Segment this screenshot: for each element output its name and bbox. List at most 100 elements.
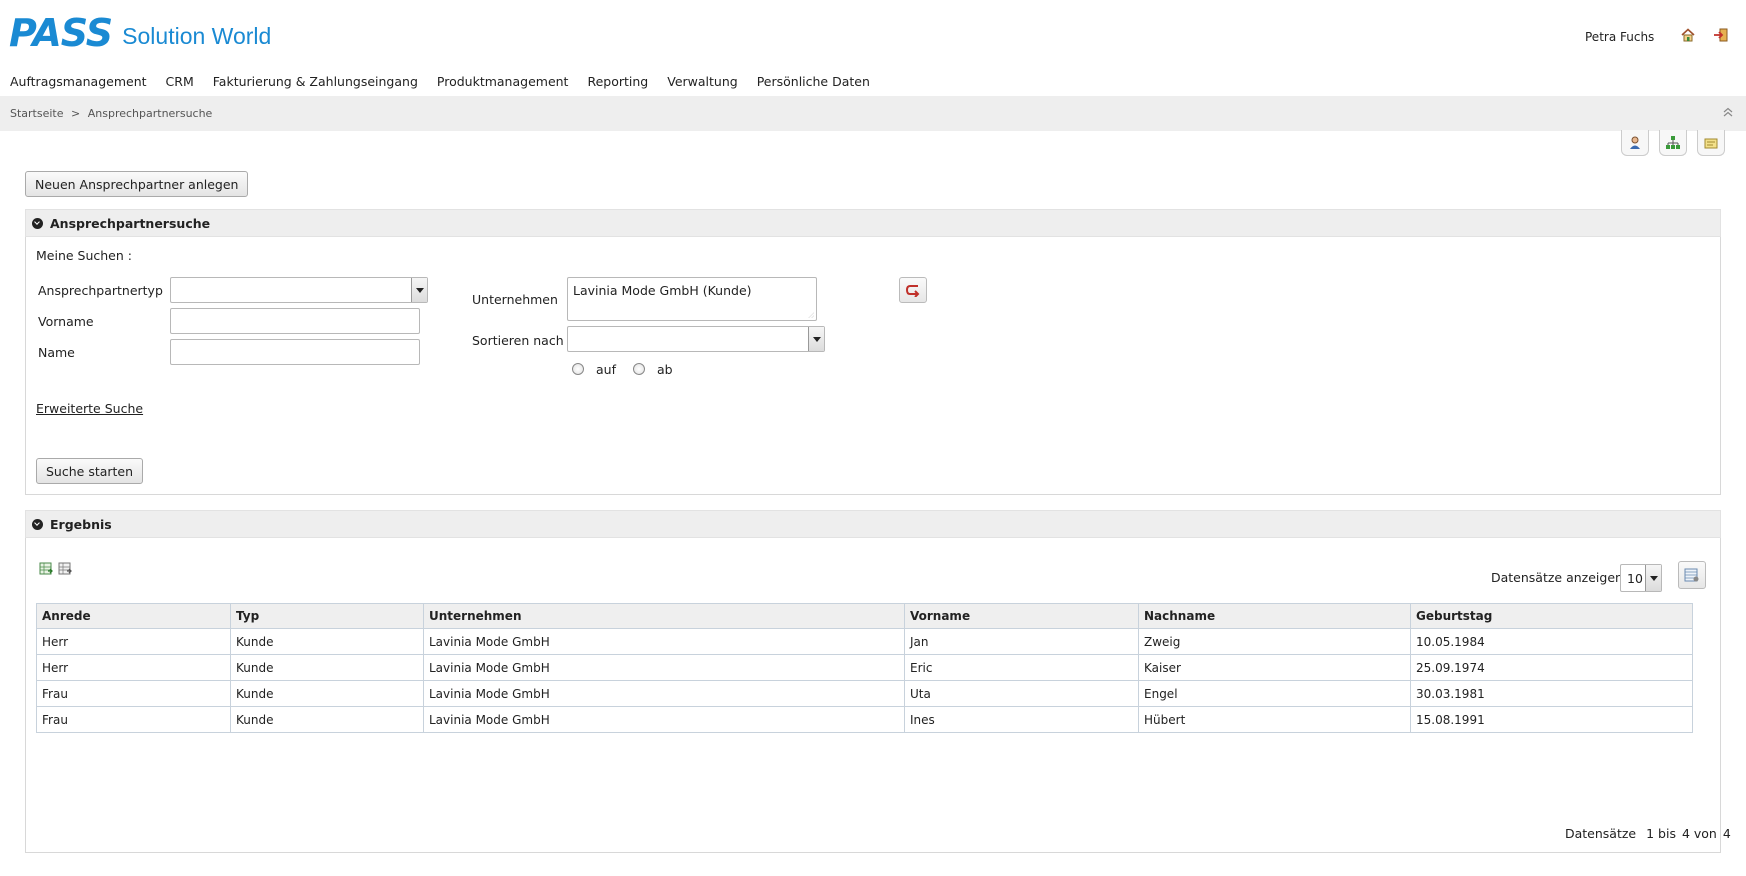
results-panel-header[interactable]: Ergebnis <box>25 510 1721 538</box>
column-header-geburtstag[interactable]: Geburtstag <box>1410 603 1693 629</box>
cell-anrede: Herr <box>36 628 231 655</box>
column-header-nachname[interactable]: Nachname <box>1138 603 1411 629</box>
column-header-anrede[interactable]: Anrede <box>36 603 231 629</box>
resize-grip-icon[interactable] <box>808 312 814 318</box>
firstname-label: Vorname <box>38 314 94 329</box>
table-row[interactable]: Herr Kunde Lavinia Mode GmbH Eric Kaiser… <box>36 654 1693 681</box>
record-count-to-label: bis <box>1658 826 1676 841</box>
cell-typ: Kunde <box>230 680 424 707</box>
results-panel-title: Ergebnis <box>50 516 112 532</box>
firstname-input[interactable] <box>170 308 420 334</box>
column-header-unternehmen[interactable]: Unternehmen <box>423 603 905 629</box>
cell-nachname: Kaiser <box>1138 654 1411 681</box>
cell-geburtstag: 30.03.1981 <box>1410 680 1693 707</box>
record-count-of-label: von <box>1693 826 1717 841</box>
cell-anrede: Frau <box>36 680 231 707</box>
logout-icon[interactable] <box>1713 27 1729 43</box>
logo-pass-text: PASS <box>9 11 113 55</box>
nav-item-reporting[interactable]: Reporting <box>587 74 648 94</box>
page-size-select[interactable]: 10 <box>1620 564 1662 592</box>
nav-item-auftragsmanagement[interactable]: Auftragsmanagement <box>10 74 147 94</box>
chevron-down-icon[interactable] <box>411 278 427 302</box>
collapse-up-icon[interactable] <box>1722 106 1734 118</box>
page-size-label: Datensätze anzeigen: <box>1491 570 1628 585</box>
company-value: Lavinia Mode GmbH (Kunde) <box>573 283 752 298</box>
cell-typ: Kunde <box>230 654 424 681</box>
export-print-icon[interactable] <box>58 561 73 576</box>
nav-item-produktmanagement[interactable]: Produktmanagement <box>437 74 569 94</box>
advanced-search-link[interactable]: Erweiterte Suche <box>36 401 143 416</box>
logo-solution-text: Solution World <box>122 23 272 49</box>
record-count-to: 4 <box>1681 826 1690 841</box>
search-panel-header[interactable]: Ansprechpartnersuche <box>25 209 1721 237</box>
cell-vorname: Jan <box>904 628 1139 655</box>
breadcrumb-home[interactable]: Startseite <box>10 107 64 120</box>
sort-asc-radio[interactable] <box>572 363 584 375</box>
record-count-total: 4 <box>1722 826 1731 841</box>
home-icon[interactable] <box>1680 27 1696 43</box>
column-config-button[interactable] <box>1678 561 1706 589</box>
start-search-button[interactable]: Suche starten <box>36 458 144 484</box>
sort-select[interactable] <box>567 326 825 352</box>
company-label: Unternehmen <box>472 292 558 307</box>
name-label: Name <box>38 345 75 360</box>
chevron-down-icon[interactable] <box>808 327 824 351</box>
cell-unternehmen: Lavinia Mode GmbH <box>423 706 905 733</box>
name-input[interactable] <box>170 339 420 365</box>
company-field[interactable]: Lavinia Mode GmbH (Kunde) <box>567 277 817 321</box>
cell-nachname: Zweig <box>1138 628 1411 655</box>
cell-nachname: Hübert <box>1138 706 1411 733</box>
cell-vorname: Uta <box>904 680 1139 707</box>
page-size-value: 10 <box>1627 571 1643 586</box>
nav-item-verwaltung[interactable]: Verwaltung <box>667 74 737 94</box>
nav-item-fakturierung[interactable]: Fakturierung & Zahlungseingang <box>213 74 418 94</box>
contact-type-label: Ansprechpartnertyp <box>38 283 163 298</box>
breadcrumb: Startseite > Ansprechpartnersuche <box>10 107 212 120</box>
cell-vorname: Eric <box>904 654 1139 681</box>
column-header-vorname[interactable]: Vorname <box>904 603 1139 629</box>
sort-asc-label: auf <box>596 362 616 377</box>
cell-geburtstag: 25.09.1974 <box>1410 654 1693 681</box>
cell-typ: Kunde <box>230 628 424 655</box>
chevron-down-icon <box>32 518 43 530</box>
table-row[interactable]: Frau Kunde Lavinia Mode GmbH Uta Engel 3… <box>36 680 1693 707</box>
cell-nachname: Engel <box>1138 680 1411 707</box>
table-row[interactable]: Herr Kunde Lavinia Mode GmbH Jan Zweig 1… <box>36 628 1693 655</box>
export-excel-icon[interactable] <box>39 561 54 576</box>
sort-desc-radio[interactable] <box>633 363 645 375</box>
sort-desc-label: ab <box>657 362 673 377</box>
hierarchy-tool-button[interactable] <box>1659 130 1687 156</box>
table-header-row: Anrede Typ Unternehmen Vorname Nachname … <box>36 603 1693 629</box>
table-settings-icon <box>1684 568 1699 581</box>
pass-logo[interactable]: PASS Solution World <box>9 11 272 55</box>
new-contact-button[interactable]: Neuen Ansprechpartner anlegen <box>25 171 249 197</box>
results-table: Anrede Typ Unternehmen Vorname Nachname … <box>36 603 1693 733</box>
search-panel-title: Ansprechpartnersuche <box>50 215 211 231</box>
main-nav: Auftragsmanagement CRM Fakturierung & Za… <box>0 74 879 94</box>
cell-unternehmen: Lavinia Mode GmbH <box>423 680 905 707</box>
cell-vorname: Ines <box>904 706 1139 733</box>
user-name[interactable]: Petra Fuchs <box>1585 30 1654 44</box>
notepad-icon <box>1704 138 1718 148</box>
column-header-typ[interactable]: Typ <box>230 603 424 629</box>
chevron-down-icon[interactable] <box>1645 565 1661 591</box>
nav-item-crm[interactable]: CRM <box>166 74 194 94</box>
table-row[interactable]: Frau Kunde Lavinia Mode GmbH Ines Hübert… <box>36 706 1693 733</box>
record-count-label: Datensätze <box>1565 826 1637 841</box>
org-chart-icon <box>1666 135 1680 149</box>
cell-typ: Kunde <box>230 706 424 733</box>
breadcrumb-current: Ansprechpartnersuche <box>87 107 213 120</box>
cell-unternehmen: Lavinia Mode GmbH <box>423 654 905 681</box>
reset-company-button[interactable] <box>899 277 927 303</box>
cell-anrede: Herr <box>36 654 231 681</box>
record-count-from: 1 <box>1646 826 1655 841</box>
contact-tool-button[interactable] <box>1621 130 1649 156</box>
cell-geburtstag: 15.08.1991 <box>1410 706 1693 733</box>
cell-geburtstag: 10.05.1984 <box>1410 628 1693 655</box>
breadcrumb-separator: > <box>71 107 81 120</box>
cell-unternehmen: Lavinia Mode GmbH <box>423 628 905 655</box>
chevron-down-icon <box>32 217 43 229</box>
nav-item-persoenliche-daten[interactable]: Persönliche Daten <box>757 74 870 94</box>
note-tool-button[interactable] <box>1697 130 1725 156</box>
contact-type-select[interactable] <box>170 277 428 303</box>
